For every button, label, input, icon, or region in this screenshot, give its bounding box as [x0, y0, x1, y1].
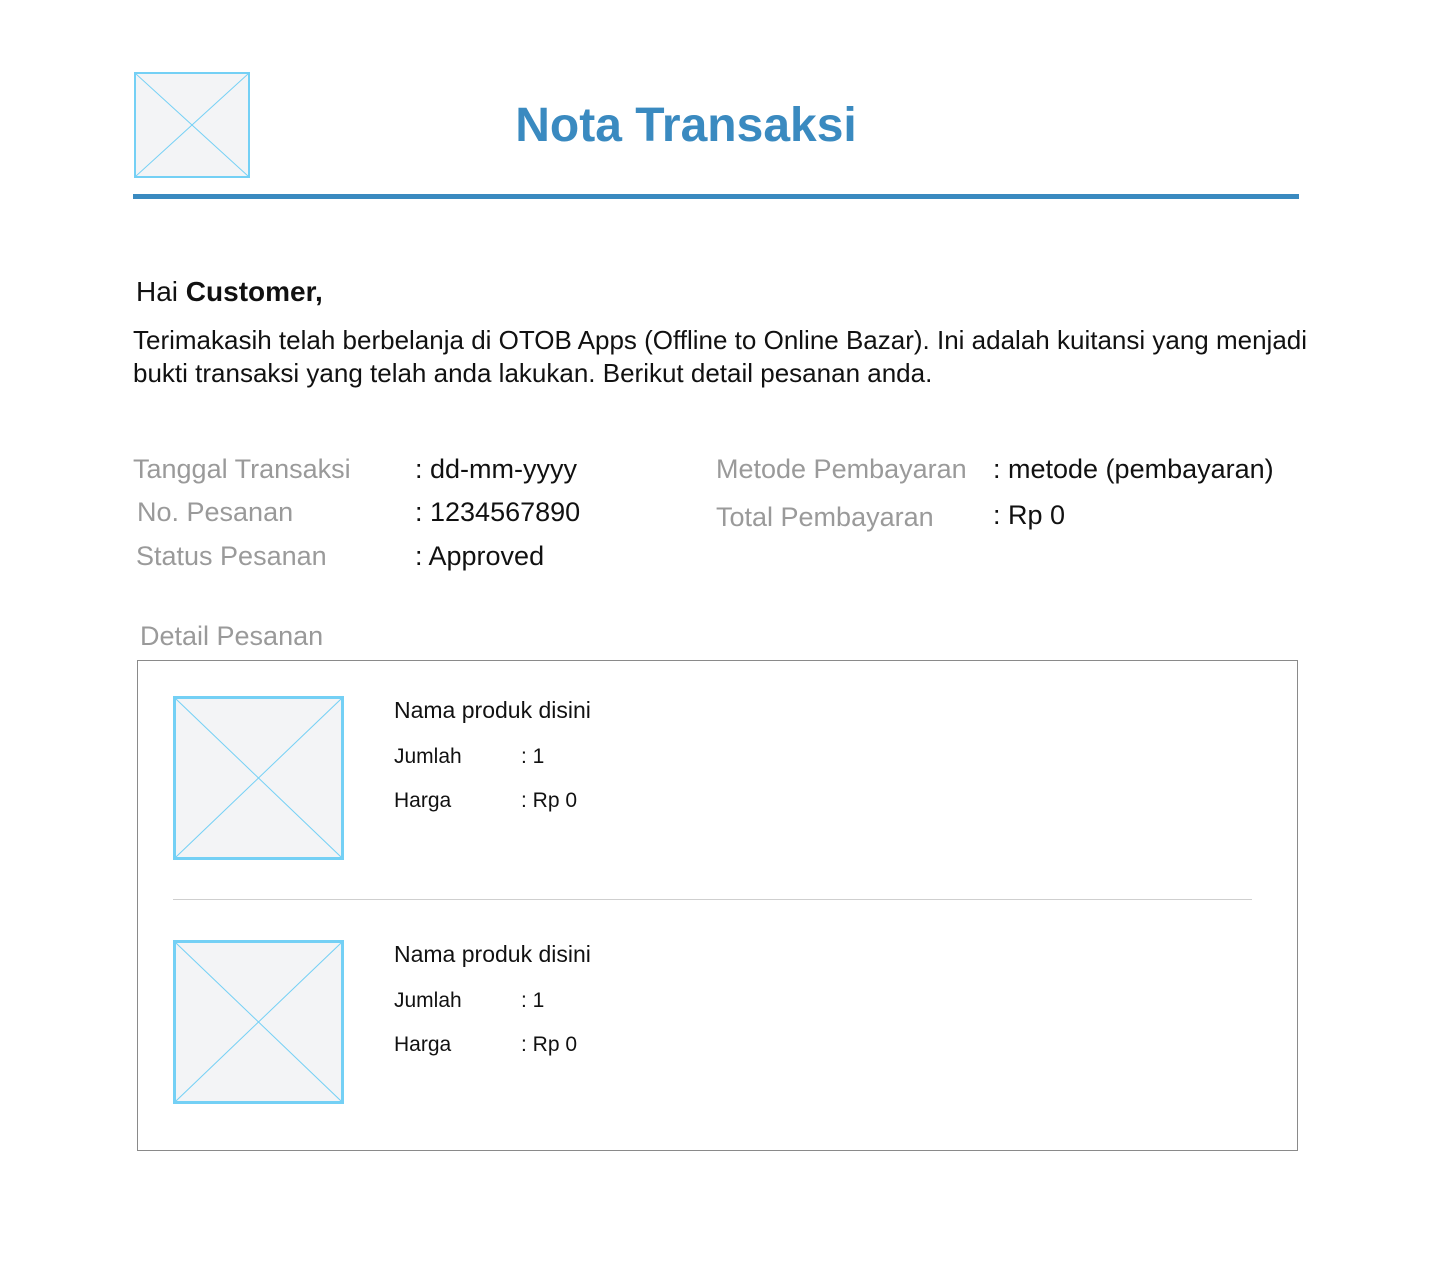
harga-value: : Rp 0 — [521, 1033, 578, 1056]
status-pesanan-value: : Approved — [415, 541, 545, 571]
total-pembayaran-value: : Rp 0 — [993, 500, 1066, 530]
tanggal-transaksi-label: Tanggal Transaksi — [133, 454, 351, 484]
intro-paragraph: Terimakasih telah berbelanja di OTOB App… — [133, 325, 1308, 388]
greeting: Hai Customer, — [136, 274, 323, 310]
harga-label: Harga — [394, 789, 452, 812]
metode-pembayaran-label: Metode Pembayaran — [716, 454, 967, 484]
jumlah-value: : 1 — [521, 989, 545, 1012]
product-name: Nama produk disini — [394, 697, 591, 723]
jumlah-value: : 1 — [521, 745, 545, 768]
harga-value: : Rp 0 — [521, 789, 578, 812]
tanggal-transaksi-value: : dd-mm-yyyy — [415, 454, 577, 484]
product-image-placeholder-icon — [173, 696, 344, 860]
item-divider — [173, 899, 1252, 900]
metode-pembayaran-value: : metode (pembayaran) — [993, 454, 1274, 484]
no-pesanan-value: : 1234567890 — [415, 497, 581, 527]
product-image-placeholder-icon — [173, 940, 344, 1104]
total-pembayaran-label: Total Pembayaran — [716, 502, 934, 532]
no-pesanan-label: No. Pesanan — [137, 497, 294, 527]
logo-image-placeholder-icon — [134, 72, 250, 178]
detail-pesanan-title: Detail Pesanan — [140, 621, 324, 651]
header-divider — [133, 194, 1299, 199]
customer-name: Customer, — [185, 276, 323, 307]
page-title: Nota Transaksi — [515, 99, 857, 152]
greeting-prefix: Hai — [136, 276, 179, 307]
jumlah-label: Jumlah — [394, 745, 462, 768]
product-name: Nama produk disini — [394, 941, 591, 967]
status-pesanan-label: Status Pesanan — [136, 541, 327, 571]
jumlah-label: Jumlah — [394, 989, 462, 1012]
harga-label: Harga — [394, 1033, 452, 1056]
